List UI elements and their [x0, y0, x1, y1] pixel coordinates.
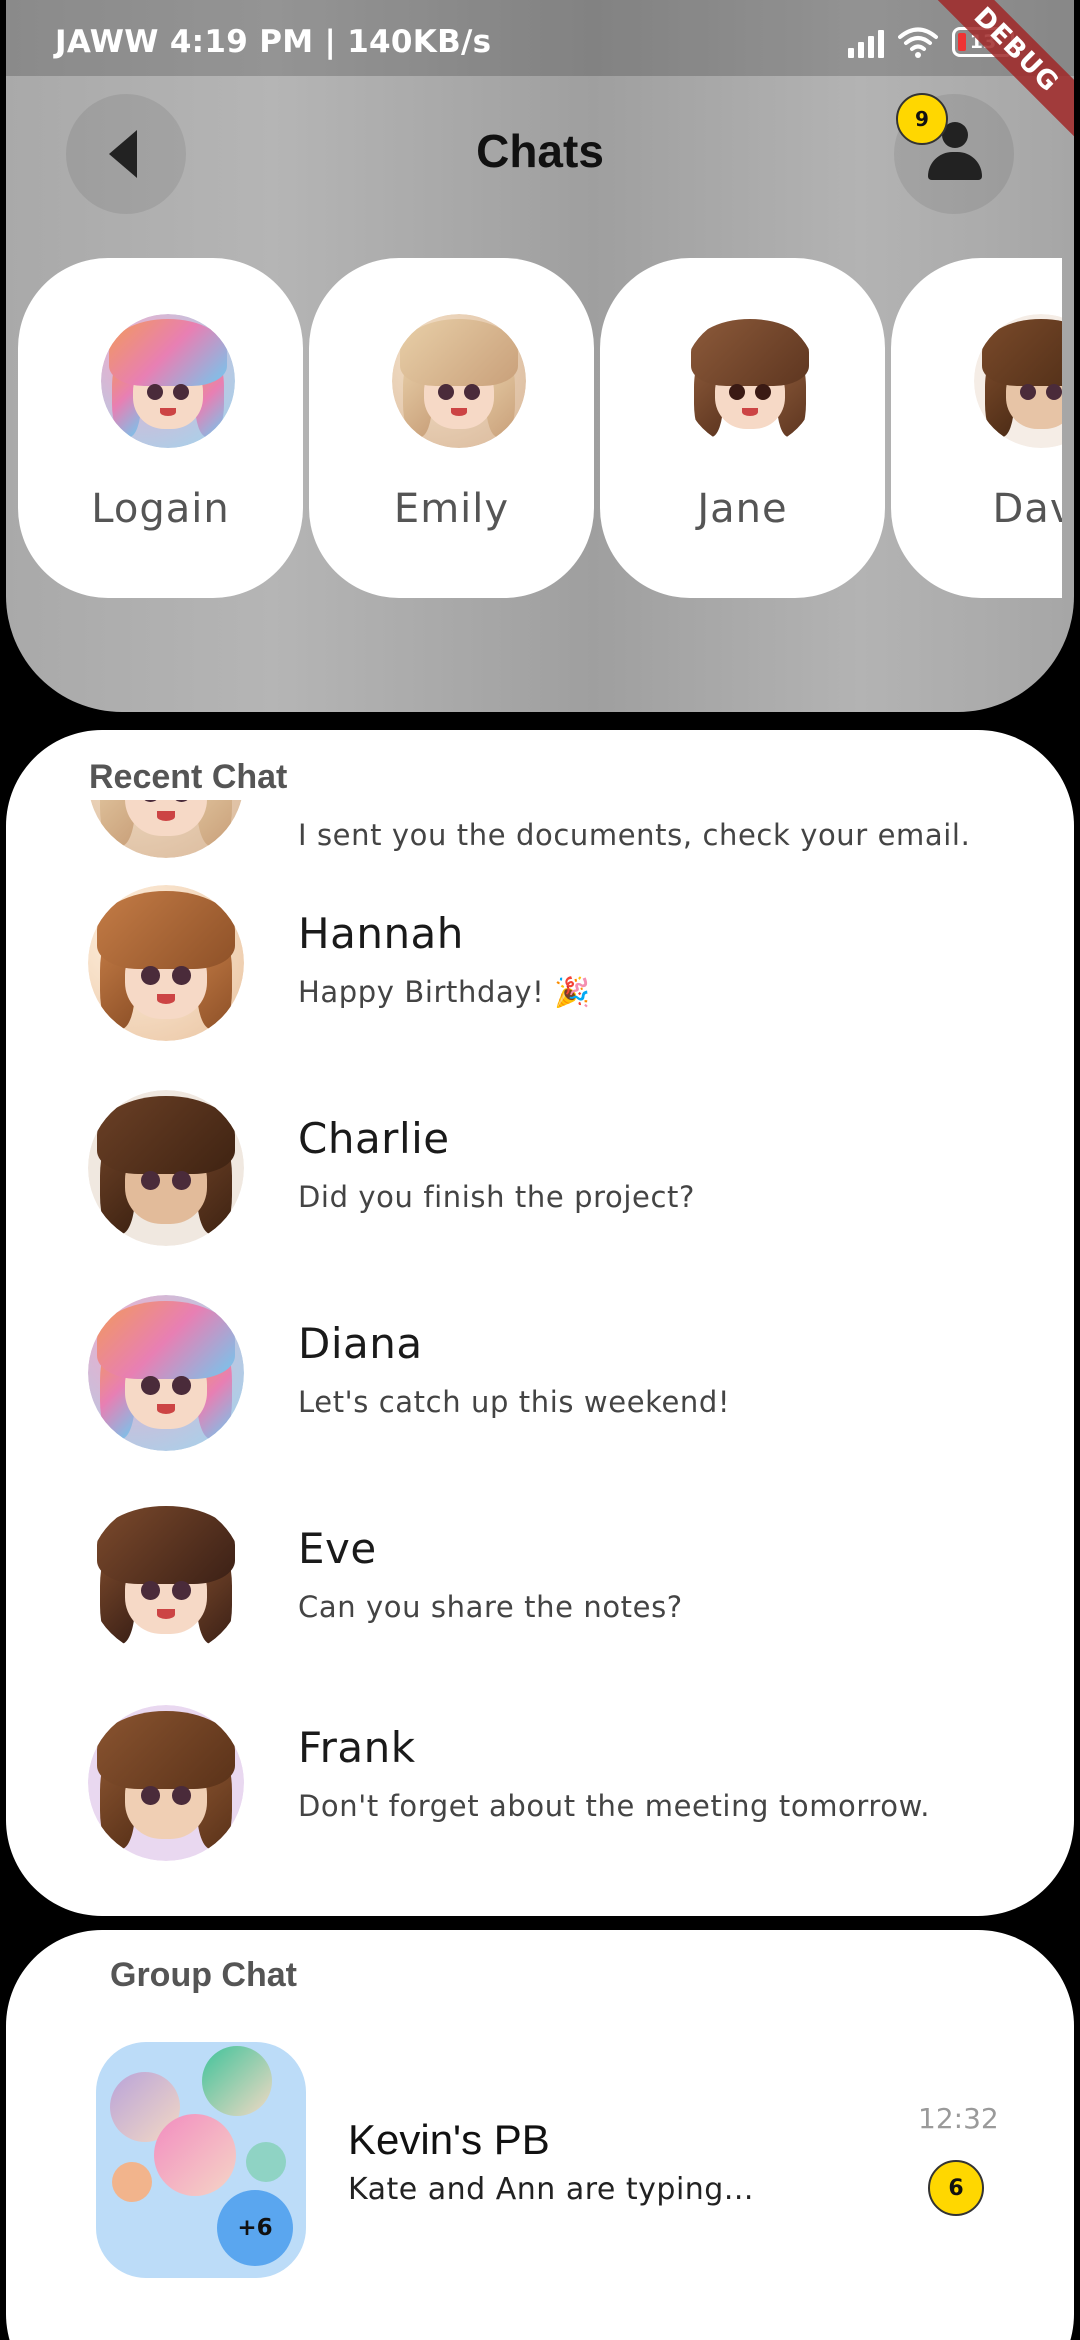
group-message: Kate and Ann are typing...	[348, 2172, 754, 2207]
anime-girl-avatar-icon	[101, 314, 235, 448]
avatar	[88, 885, 244, 1041]
avatar	[88, 800, 244, 858]
list-item[interactable]: Eve Can you share the notes?	[6, 1500, 1074, 1705]
story-name: Jane	[697, 486, 788, 532]
avatar	[101, 314, 235, 448]
chat-name: Diana	[298, 1319, 423, 1368]
story-card[interactable]: Emily	[309, 258, 594, 598]
member-avatar-icon	[202, 2046, 272, 2116]
story-card[interactable]: Jane	[600, 258, 885, 598]
story-name: Emily	[393, 486, 510, 532]
group-chat-title: Group Chat	[110, 1956, 297, 1994]
chat-message: I sent you the documents, check your ema…	[298, 818, 971, 852]
list-item[interactable]: Hannah Happy Birthday! 🎉	[6, 885, 1074, 1090]
avatar	[974, 314, 1062, 448]
anime-girl-avatar-icon	[88, 885, 244, 1041]
recent-chat-title: Recent Chat	[89, 758, 288, 796]
anime-girl-avatar-icon	[88, 1500, 244, 1656]
chat-message: Let's catch up this weekend!	[298, 1385, 731, 1419]
story-card[interactable]: Dav	[891, 258, 1062, 598]
group-time: 12:32	[918, 2102, 999, 2135]
recent-chat-list[interactable]: I sent you the documents, check your ema…	[6, 800, 1074, 1900]
list-item[interactable]: I sent you the documents, check your ema…	[6, 800, 1074, 885]
anime-girl-avatar-icon	[88, 1295, 244, 1451]
chat-message: Don't forget about the meeting tomorrow.	[298, 1789, 931, 1823]
top-area: JAWW 4:19 PM | 140KB/s 13 DEBUG Chats 9	[6, 0, 1074, 712]
group-avatar: +6	[96, 2042, 306, 2278]
member-avatar-icon	[112, 2162, 152, 2202]
group-chat-panel: Group Chat +6 Kevin's PB Kate and Ann ar…	[6, 1930, 1074, 2340]
chat-message: Happy Birthday! 🎉	[298, 975, 591, 1009]
anime-girl-avatar-icon	[683, 314, 817, 448]
chat-name: Eve	[298, 1524, 377, 1573]
recent-chat-panel: Recent Chat I sent you the documents, ch…	[6, 730, 1074, 1916]
avatar	[88, 1090, 244, 1246]
avatar	[88, 1500, 244, 1656]
anime-girl-avatar-icon	[88, 800, 244, 858]
member-count-badge: +6	[217, 2190, 293, 2266]
status-text: JAWW 4:19 PM | 140KB/s	[55, 24, 492, 60]
notification-badge: 9	[896, 93, 948, 145]
stories-row[interactable]: Logain Emily Jane Da	[12, 258, 1062, 600]
wifi-icon	[898, 27, 938, 58]
anime-girl-avatar-icon	[392, 314, 526, 448]
list-item[interactable]: Frank Don't forget about the meeting tom…	[6, 1705, 1074, 1900]
story-name: Logain	[91, 486, 230, 532]
chat-message: Can you share the notes?	[298, 1590, 683, 1624]
list-item[interactable]: Charlie Did you finish the project?	[6, 1090, 1074, 1295]
group-name: Kevin's PB	[348, 2116, 550, 2163]
signal-icon	[848, 26, 884, 58]
chat-name: Hannah	[298, 909, 464, 958]
chat-name: Charlie	[298, 1114, 450, 1163]
story-card[interactable]: Logain	[18, 258, 303, 598]
anime-boy-avatar-icon	[974, 314, 1062, 448]
avatar	[683, 314, 817, 448]
anime-boy-avatar-icon	[88, 1705, 244, 1861]
anime-boy-avatar-icon	[88, 1090, 244, 1246]
status-bar: JAWW 4:19 PM | 140KB/s 13	[6, 0, 1074, 76]
avatar	[392, 314, 526, 448]
unread-badge: 6	[928, 2160, 984, 2216]
chat-name: Frank	[298, 1723, 416, 1772]
avatar	[88, 1295, 244, 1451]
avatar	[88, 1705, 244, 1861]
member-avatar-icon	[154, 2114, 236, 2196]
chat-message: Did you finish the project?	[298, 1180, 695, 1214]
story-name: Dav	[992, 486, 1063, 532]
member-avatar-icon	[246, 2142, 286, 2182]
list-item[interactable]: Diana Let's catch up this weekend!	[6, 1295, 1074, 1500]
